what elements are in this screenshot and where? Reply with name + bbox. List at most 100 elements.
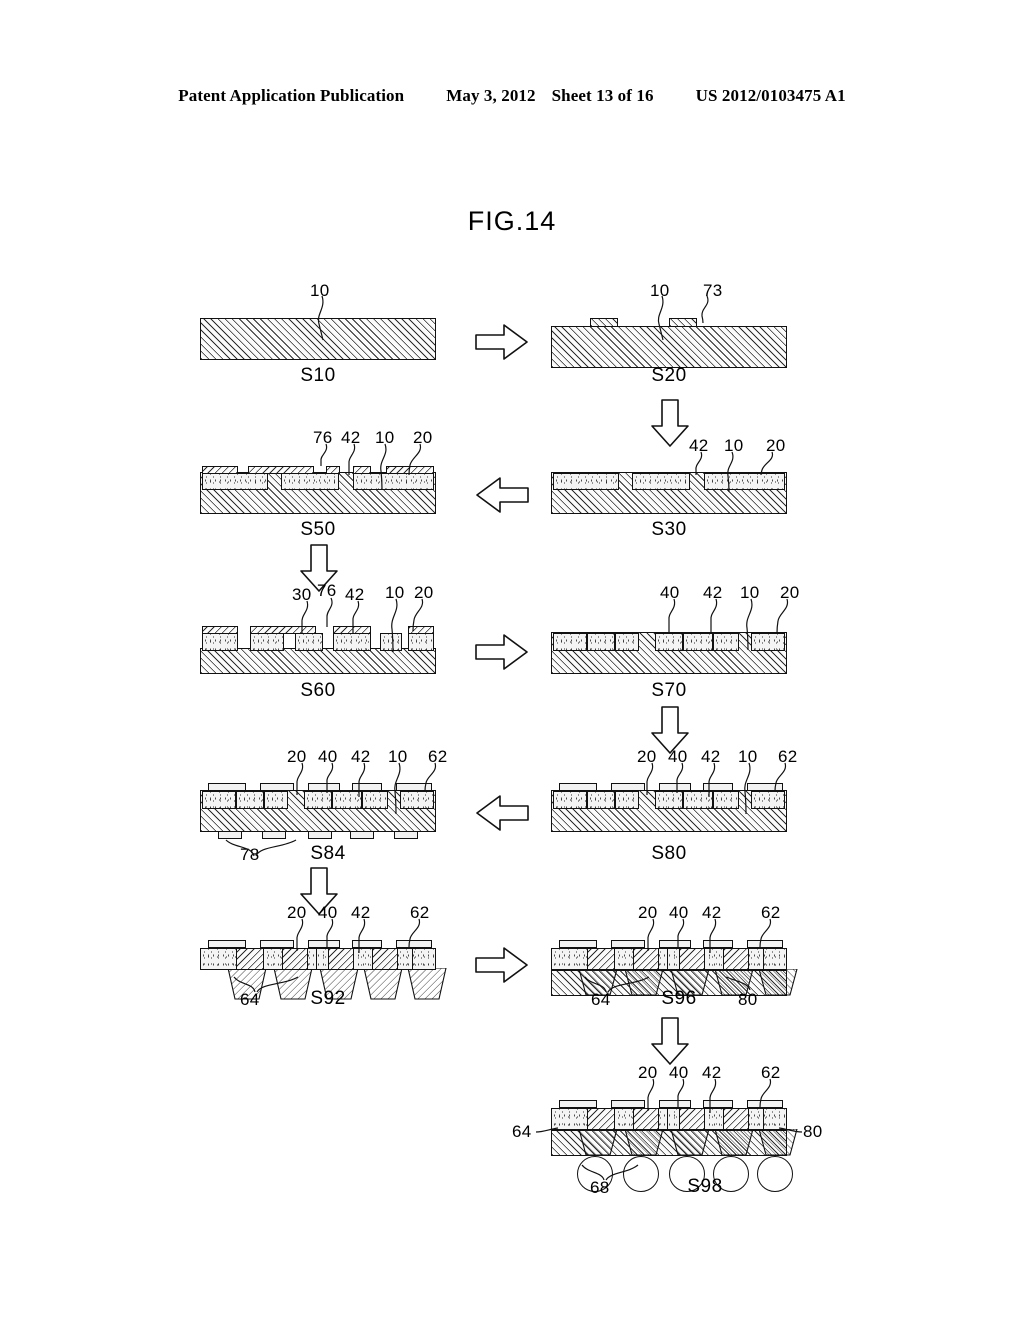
filled-block-40-1	[553, 633, 587, 651]
page-header: Patent Application Publication May 3, 20…	[0, 86, 1024, 106]
top-pad-62-2	[611, 783, 645, 791]
divider-1	[667, 1108, 668, 1130]
top-pad-62-5	[747, 783, 783, 791]
label-10-s20: 10	[650, 281, 670, 300]
step-s60	[200, 620, 436, 676]
via-42-2	[282, 948, 308, 970]
label-10-s70: 10	[740, 583, 760, 602]
label-42-s60: 42	[345, 585, 365, 604]
arrow-s80-to-s84	[474, 793, 530, 833]
top-pad-62-3	[308, 783, 340, 791]
filled-block-40-4	[655, 791, 683, 809]
label-20-s60: 20	[414, 583, 434, 602]
label-40-s92: 40	[318, 903, 338, 922]
filled-block-40-6	[713, 791, 739, 809]
mask-block-73-b	[669, 318, 697, 327]
filled-block-40-7	[400, 791, 434, 809]
pillar-20-4	[333, 633, 371, 651]
top-pad-62-2	[611, 1100, 645, 1108]
caption-s84: S84	[310, 843, 346, 864]
via-42-4	[372, 948, 398, 970]
post-64-1	[577, 1129, 619, 1157]
caption-s50: S50	[300, 519, 336, 540]
header-publication: Patent Application Publication	[178, 86, 405, 105]
substrate-layer-10	[200, 318, 436, 360]
filled-block-40-5	[683, 633, 713, 651]
via-42-3	[328, 948, 354, 970]
caption-s80: S80	[651, 843, 687, 864]
filled-block-40-5	[332, 791, 362, 809]
label-64-s98: 64	[512, 1122, 532, 1141]
label-40-s98: 40	[669, 1063, 689, 1082]
divider-1	[316, 948, 317, 970]
cap-layer-76-c	[326, 466, 340, 474]
deposit-block-20-b	[632, 473, 690, 490]
top-pad-62-2	[260, 940, 294, 948]
filled-block-40-1	[202, 791, 236, 809]
divider-2	[763, 1108, 764, 1130]
top-pad-62-3	[659, 1100, 691, 1108]
filled-block-40-3	[264, 791, 288, 809]
via-42-3	[679, 1108, 705, 1130]
header-document-number: US 2012/0103475 A1	[695, 86, 846, 105]
top-pad-62-4	[703, 1100, 733, 1108]
step-s84	[200, 780, 436, 852]
mask-block-73-a	[590, 318, 618, 327]
filled-block-40-2	[587, 791, 615, 809]
bottom-pad-78-5	[394, 831, 418, 839]
filled-block-40-3	[615, 791, 639, 809]
label-40-s96: 40	[669, 903, 689, 922]
cap-layer-76-4	[333, 626, 371, 634]
substrate-layer-10	[200, 648, 436, 674]
label-40-s70: 40	[660, 583, 680, 602]
top-pad-62-1	[559, 940, 597, 948]
cap-layer-76-2	[250, 626, 316, 634]
top-pad-62-1	[208, 783, 246, 791]
filled-block-40-6	[713, 633, 739, 651]
label-62-s98: 62	[761, 1063, 781, 1082]
arrow-s60-to-s70	[474, 632, 530, 672]
label-20-s80: 20	[637, 747, 657, 766]
step-s20	[551, 318, 787, 368]
filled-block-40-2	[236, 791, 264, 809]
via-42-1	[587, 1108, 615, 1130]
cap-layer-76-d	[353, 466, 371, 474]
top-pad-62-1	[559, 783, 597, 791]
deposit-block-20-c	[353, 473, 434, 490]
label-10-s60: 10	[385, 583, 405, 602]
cap-layer-76-a	[202, 466, 238, 474]
top-pad-62-1	[208, 940, 246, 948]
top-pad-62-5	[747, 1100, 783, 1108]
filled-block-40-6	[362, 791, 388, 809]
filled-block-40-7	[751, 633, 785, 651]
deposit-block-20-b	[281, 473, 339, 490]
label-20-s30: 20	[766, 436, 786, 455]
label-42-s96: 42	[702, 903, 722, 922]
top-pad-62-2	[260, 783, 294, 791]
top-pad-62-3	[659, 783, 691, 791]
via-42-1	[587, 948, 615, 970]
step-s50	[200, 462, 436, 518]
caption-s70: S70	[651, 680, 687, 701]
pillar-20-6	[408, 633, 434, 651]
pillar-20-1	[202, 633, 238, 651]
label-20-s50: 20	[413, 428, 433, 447]
substrate-layer-10	[551, 326, 787, 368]
filled-block-40-7	[751, 791, 785, 809]
cap-layer-76-1	[202, 626, 238, 634]
bottom-pad-78-1	[218, 831, 242, 839]
bottom-pad-78-4	[350, 831, 374, 839]
arrow-s20-to-s30	[650, 398, 690, 448]
filled-block-40-3	[615, 633, 639, 651]
caption-s20: S20	[651, 365, 687, 386]
via-42-2	[633, 1108, 659, 1130]
label-78-s84: 78	[240, 845, 260, 864]
via-42-3	[679, 948, 705, 970]
post-64-2	[623, 1129, 665, 1157]
caption-s30: S30	[651, 519, 687, 540]
label-42-s70: 42	[703, 583, 723, 602]
step-s80	[551, 780, 787, 842]
top-pad-62-1	[559, 1100, 597, 1108]
label-73-s20: 73	[703, 281, 723, 300]
deposit-block-20-c	[704, 473, 785, 490]
